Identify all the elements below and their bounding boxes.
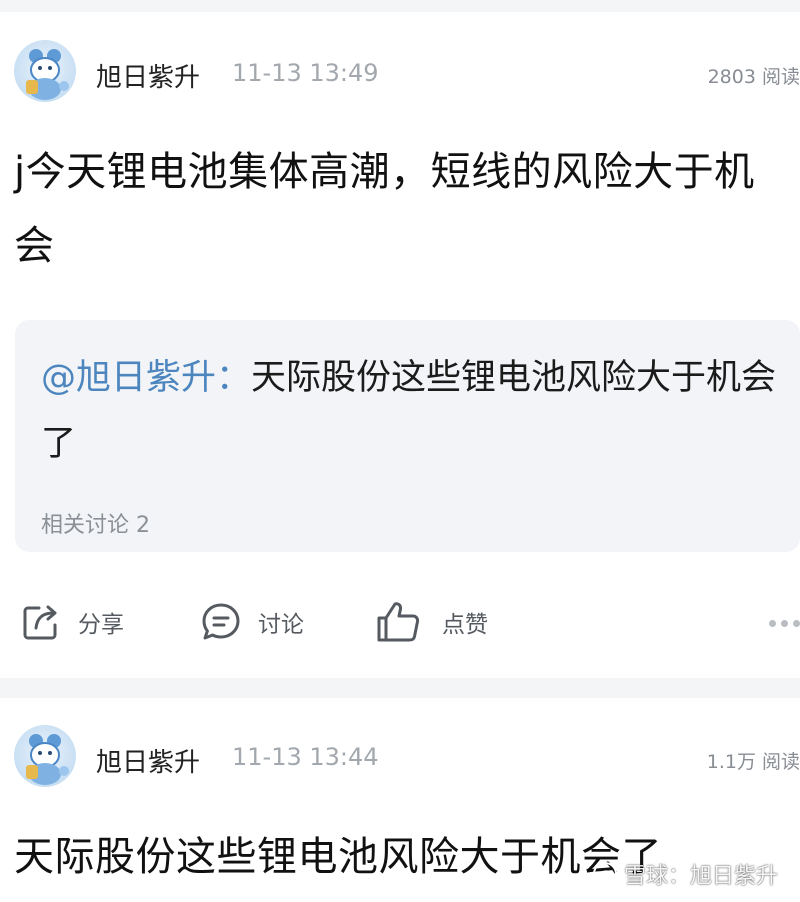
read-count: 2803 阅读 bbox=[707, 66, 800, 88]
quoted-post-text: @旭日紫升：天际股份这些锂电池风险大于机会了 bbox=[41, 345, 781, 477]
quoted-author-link[interactable]: @旭日紫升： bbox=[41, 358, 251, 398]
quoted-post[interactable]: @旭日紫升：天际股份这些锂电池风险大于机会了 相关讨论 2 bbox=[15, 320, 800, 552]
watermark: 雪球：旭日紫升 bbox=[592, 858, 778, 890]
avatar[interactable] bbox=[14, 725, 76, 787]
snowball-logo-icon bbox=[592, 862, 617, 886]
avatar[interactable] bbox=[14, 40, 76, 102]
comment-icon bbox=[202, 603, 240, 640]
post-timestamp: 11-13 13:49 bbox=[232, 59, 379, 87]
post-timestamp: 11-13 13:44 bbox=[232, 743, 379, 771]
discuss-button[interactable]: 讨论 bbox=[200, 600, 304, 644]
avatar-icon bbox=[26, 734, 69, 785]
discuss-label: 讨论 bbox=[258, 612, 304, 638]
like-label: 点赞 bbox=[442, 612, 488, 638]
more-dot bbox=[793, 620, 800, 627]
post-header: 旭日紫升 11-13 13:49 2803 阅读 bbox=[0, 12, 800, 112]
more-dot bbox=[781, 620, 788, 627]
share-button[interactable]: 分享 bbox=[20, 600, 124, 644]
related-discussions[interactable]: 相关讨论 2 bbox=[41, 507, 150, 539]
post-header: 旭日紫升 11-13 13:44 1.1万 阅读 bbox=[0, 698, 800, 798]
author-name[interactable]: 旭日紫升 bbox=[96, 742, 200, 779]
more-icon[interactable] bbox=[769, 620, 800, 627]
share-label: 分享 bbox=[78, 612, 124, 638]
author-name[interactable]: 旭日紫升 bbox=[96, 57, 200, 94]
more-dot bbox=[769, 620, 776, 627]
action-bar: 分享 讨论 点赞 bbox=[0, 592, 800, 652]
like-button[interactable]: 点赞 bbox=[376, 600, 488, 644]
post-content[interactable]: j今天锂电池集体高潮，短线的风险大于机会 bbox=[14, 135, 794, 283]
watermark-text: 雪球：旭日紫升 bbox=[623, 864, 778, 889]
read-count: 1.1万 阅读 bbox=[706, 751, 800, 773]
avatar-icon bbox=[26, 49, 69, 100]
thumbs-up-icon bbox=[377, 602, 420, 642]
share-icon bbox=[23, 605, 57, 640]
post-card[interactable]: 旭日紫升 11-13 13:49 2803 阅读 j今天锂电池集体高潮，短线的风… bbox=[0, 12, 800, 678]
